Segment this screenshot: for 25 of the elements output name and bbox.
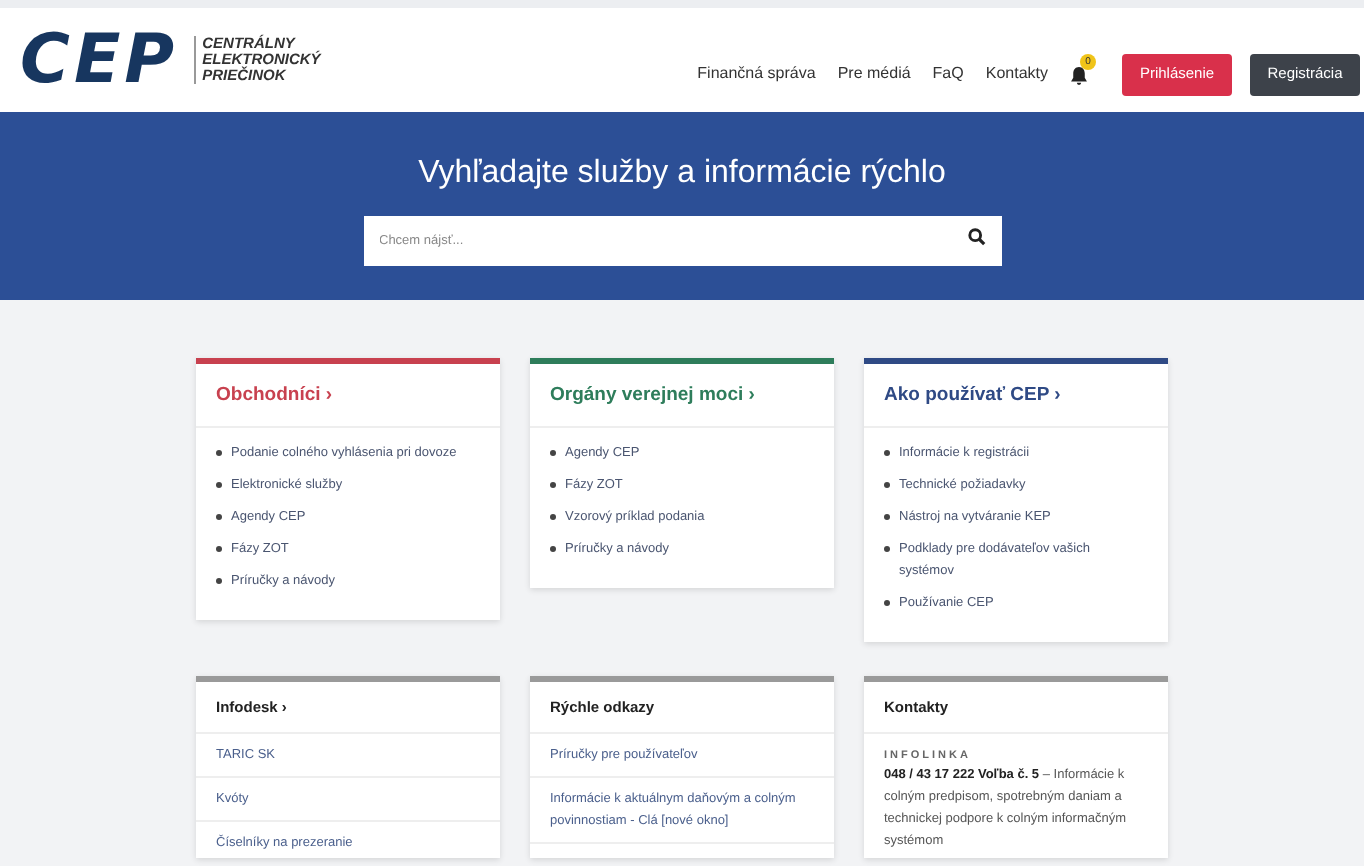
section-title[interactable]: Ako používať CEP › — [864, 364, 1168, 428]
nav-link[interactable]: FaQ — [932, 62, 964, 86]
bullet-icon — [884, 450, 889, 455]
bullet-icon — [550, 546, 555, 551]
search-icon[interactable] — [967, 228, 985, 246]
bullet-icon — [550, 482, 555, 487]
bullet-icon — [216, 450, 221, 455]
logo-mark[interactable]: CEP — [20, 26, 179, 94]
bullet-icon — [884, 600, 889, 605]
bullet-icon — [216, 546, 221, 551]
bullet-icon — [884, 514, 889, 519]
bullet-icon — [884, 546, 889, 551]
hero-title: Vyhľadajte služby a informácie rýchlo — [418, 154, 946, 194]
nav-link[interactable]: Finančná správa — [697, 62, 816, 86]
section-title[interactable]: Obchodníci › — [196, 364, 500, 428]
bullet-icon — [216, 578, 221, 583]
bullet-icon — [550, 514, 555, 519]
bullet-icon — [884, 482, 889, 487]
section-title[interactable]: Orgány verejnej moci › — [530, 364, 834, 428]
nav-link[interactable]: Kontakty — [985, 62, 1048, 86]
bullet-icon — [216, 482, 221, 487]
bullet-icon — [550, 450, 555, 455]
nav-link[interactable]: Pre médiá — [837, 62, 911, 86]
bullet-icon — [216, 514, 221, 519]
bell-icon[interactable] — [1070, 66, 1088, 86]
